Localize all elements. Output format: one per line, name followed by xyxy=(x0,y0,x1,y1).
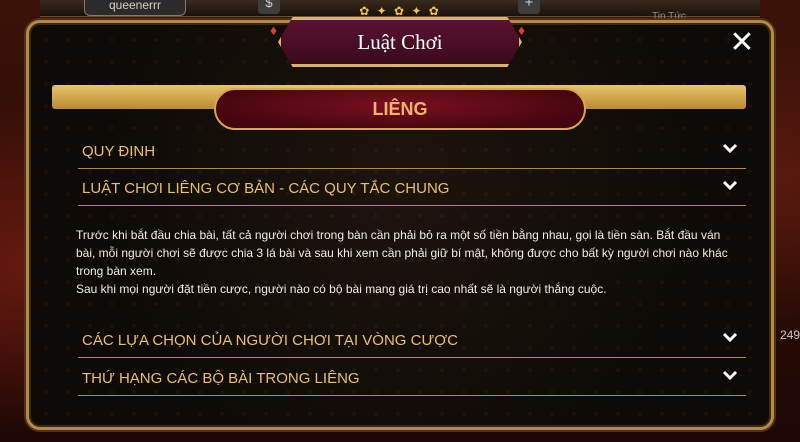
section-content: Trước khi bắt đầu chia bài, tất cả người… xyxy=(76,226,742,298)
section-thu-hang[interactable]: THỨ HẠNG CÁC BỘ BÀI TRONG LIÊNG xyxy=(78,361,746,396)
chevron-down-icon xyxy=(722,367,738,383)
lantern-icon: ♦ xyxy=(270,22,278,38)
section-lua-chon[interactable]: CÁC LỰA CHỌN CỦA NGƯỜI CHƠI TẠI VÒNG CƯỢ… xyxy=(78,323,746,358)
right-badge: 249 xyxy=(779,328,800,342)
content-paragraph: Sau khi mọi người đặt tiền cược, người n… xyxy=(76,282,607,296)
section-label: LUẬT CHƠI LIÊNG CƠ BẢN - CÁC QUY TẮC CHU… xyxy=(82,180,450,197)
section-luat-choi-co-ban[interactable]: LUẬT CHƠI LIÊNG CƠ BẢN - CÁC QUY TẮC CHU… xyxy=(78,171,746,206)
section-label: QUY ĐỊNH xyxy=(82,143,156,160)
plus-icon: + xyxy=(518,0,540,14)
username-field: queenerrr xyxy=(84,0,186,16)
dollar-icon: $ xyxy=(258,0,280,14)
game-tab-label: LIÊNG xyxy=(372,99,428,119)
chevron-down-icon xyxy=(722,140,738,156)
dialog-title: Luật Chơi xyxy=(357,30,443,54)
section-label: THỨ HẠNG CÁC BỘ BÀI TRONG LIÊNG xyxy=(82,370,360,387)
section-quy-dinh[interactable]: QUY ĐỊNH xyxy=(78,134,746,169)
chevron-down-icon xyxy=(722,177,738,193)
content-paragraph: Trước khi bắt đầu chia bài, tất cả người… xyxy=(76,228,728,278)
close-button[interactable]: ✕ xyxy=(722,26,762,60)
section-label: CÁC LỰA CHỌN CỦA NGƯỜI CHƠI TẠI VÒNG CƯỢ… xyxy=(82,332,458,349)
chevron-down-icon xyxy=(722,329,738,345)
